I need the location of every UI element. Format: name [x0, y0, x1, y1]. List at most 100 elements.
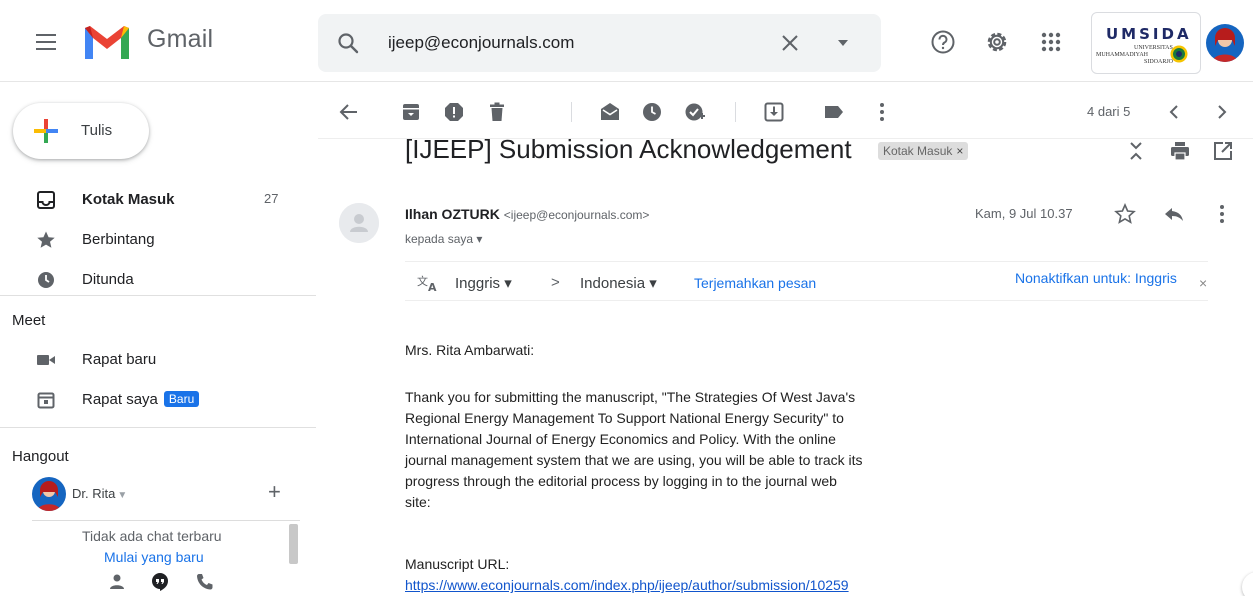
- calendar-icon: [37, 392, 55, 409]
- manuscript-url-link[interactable]: https://www.econjournals.com/index.php/i…: [405, 577, 849, 593]
- hangout-section-title: Hangout: [12, 448, 69, 465]
- apps-icon[interactable]: [1038, 29, 1064, 55]
- star-outline-icon[interactable]: [1114, 203, 1136, 225]
- chevron-left-icon[interactable]: [1163, 101, 1185, 123]
- chevron-down-icon[interactable]: ▼: [117, 490, 127, 501]
- source-language-select[interactable]: Inggris ▾: [455, 274, 512, 292]
- hangouts-chat-icon[interactable]: [150, 572, 170, 592]
- dropdown-arrow-icon: ▾: [649, 275, 657, 292]
- expand-collapse-icon[interactable]: [1125, 140, 1147, 162]
- app-name: Gmail: [147, 25, 214, 53]
- chat-scrollbar[interactable]: [289, 524, 298, 564]
- svg-text:A: A: [428, 281, 437, 292]
- arrow-right-icon: >: [551, 274, 560, 291]
- sidebar-item-my-meetings[interactable]: Rapat saya Baru: [0, 384, 300, 416]
- sidebar-item-snoozed[interactable]: Ditunda: [0, 264, 300, 296]
- meet-section-title: Meet: [12, 312, 46, 329]
- new-badge: Baru: [163, 391, 200, 407]
- move-to-icon[interactable]: [763, 101, 785, 123]
- message-more-options-icon[interactable]: [1211, 203, 1233, 225]
- close-translation-icon[interactable]: ×: [1199, 275, 1207, 291]
- sidebar-item-label: Rapat saya Baru: [82, 391, 200, 408]
- add-chat-icon[interactable]: +: [268, 479, 281, 505]
- sender-name[interactable]: Ilhan OZTURK: [405, 206, 500, 222]
- paragraph-line: International Journal of Energy Economic…: [405, 431, 836, 447]
- person-icon[interactable]: [107, 572, 127, 592]
- plus-icon: [34, 119, 58, 143]
- hangout-user[interactable]: Dr. Rita ▼ +: [32, 477, 302, 511]
- label-icon[interactable]: [823, 101, 845, 123]
- print-icon[interactable]: [1169, 140, 1191, 162]
- dropdown-arrow-icon: ▾: [504, 275, 512, 292]
- sidebar-item-starred[interactable]: Berbintang: [0, 224, 300, 256]
- paragraph-line: progress through the editorial process b…: [405, 473, 837, 489]
- pagination-text: 4 dari 5: [1087, 104, 1131, 119]
- search-bar[interactable]: [318, 14, 881, 72]
- star-icon: [37, 231, 55, 248]
- email-paragraph: Thank you for submitting the manuscript,…: [405, 387, 863, 513]
- search-icon[interactable]: [336, 31, 360, 55]
- translate-message-link[interactable]: Terjemahkan pesan: [694, 275, 816, 291]
- chevron-right-icon[interactable]: [1211, 101, 1233, 123]
- clock-icon: [38, 272, 54, 288]
- menu-icon[interactable]: [36, 34, 56, 50]
- close-icon[interactable]: [779, 32, 801, 54]
- more-options-icon[interactable]: [871, 101, 893, 123]
- search-options-dropdown-icon[interactable]: [838, 40, 848, 46]
- video-icon: [37, 355, 55, 365]
- sender-avatar[interactable]: [339, 203, 379, 243]
- inbox-icon: [37, 191, 55, 209]
- snooze-icon[interactable]: [641, 101, 663, 123]
- no-chat-text: Tidak ada chat terbaru: [82, 528, 222, 544]
- settings-icon[interactable]: [984, 29, 1010, 55]
- mark-unread-icon[interactable]: [599, 101, 621, 123]
- open-new-window-icon[interactable]: [1212, 140, 1234, 162]
- sender-email: <ijeep@econjournals.com>: [503, 208, 650, 222]
- email-greeting: Mrs. Rita Ambarwati:: [405, 342, 535, 358]
- chevron-down-icon[interactable]: ▾: [476, 232, 482, 246]
- sidebar-item-new-meeting[interactable]: Rapat baru: [0, 344, 300, 376]
- translation-bar: 文 A Inggris ▾ > Indonesia ▾ Terjemahkan …: [405, 261, 1208, 301]
- inbox-label-chip: Kotak Masuk ×: [878, 142, 969, 160]
- paragraph-line: Thank you for submitting the manuscript,…: [405, 389, 856, 405]
- org-logo-title: UMSIDA: [1106, 25, 1192, 43]
- start-new-chat-link[interactable]: Mulai yang baru: [104, 549, 204, 565]
- target-language-select[interactable]: Indonesia ▾: [580, 274, 657, 292]
- organization-logo[interactable]: UMSIDA UNIVERSITAS MUHAMMADIYAH SIDOARJO: [1091, 12, 1201, 74]
- disable-translation-link[interactable]: Nonaktifkan untuk: Inggris: [1015, 270, 1177, 286]
- reply-icon[interactable]: [1163, 203, 1185, 225]
- sender-line: Ilhan OZTURK <ijeep@econjournals.com>: [405, 206, 649, 222]
- translate-icon: 文 A: [417, 274, 437, 292]
- sidebar-item-label: Ditunda: [82, 271, 134, 288]
- paragraph-line: journal management system that we are us…: [405, 452, 863, 468]
- email-subject: [IJEEP] Submission Acknowledgement: [405, 134, 852, 164]
- gmail-logo-icon[interactable]: [82, 22, 132, 62]
- sidebar-item-label: Rapat baru: [82, 351, 157, 368]
- account-avatar[interactable]: [1206, 24, 1244, 62]
- email-date: Kam, 9 Jul 10.37: [975, 206, 1073, 221]
- side-panel-toggle[interactable]: [1242, 572, 1253, 596]
- add-to-tasks-icon[interactable]: [684, 101, 706, 123]
- sidebar-item-label: Kotak Masuk: [82, 191, 175, 208]
- chat-list: Tidak ada chat terbaru Mulai yang baru: [32, 520, 300, 565]
- sidebar-divider: [0, 427, 316, 428]
- archive-icon[interactable]: [400, 101, 422, 123]
- help-icon[interactable]: [930, 29, 956, 55]
- sidebar-item-label: Berbintang: [82, 231, 155, 248]
- hangout-user-name: Dr. Rita ▼: [72, 486, 128, 501]
- phone-icon[interactable]: [195, 572, 215, 592]
- remove-label-icon[interactable]: ×: [956, 144, 963, 158]
- compose-button[interactable]: Tulis: [13, 103, 149, 159]
- back-arrow-icon[interactable]: [338, 101, 360, 123]
- manuscript-url-label: Manuscript URL:: [405, 556, 510, 572]
- paragraph-line: Regional Energy Management To Support Na…: [405, 410, 844, 426]
- recipient-details[interactable]: kepada saya ▾: [405, 232, 482, 246]
- search-input[interactable]: [388, 28, 768, 58]
- delete-icon[interactable]: [486, 101, 508, 123]
- sidebar-item-inbox[interactable]: Kotak Masuk 27: [0, 184, 300, 216]
- hangout-avatar: [32, 477, 66, 511]
- unread-count: 27: [264, 191, 279, 206]
- compose-label: Tulis: [81, 122, 113, 139]
- report-spam-icon[interactable]: [443, 101, 465, 123]
- top-header: Gmail UMSIDA UN: [0, 0, 1253, 82]
